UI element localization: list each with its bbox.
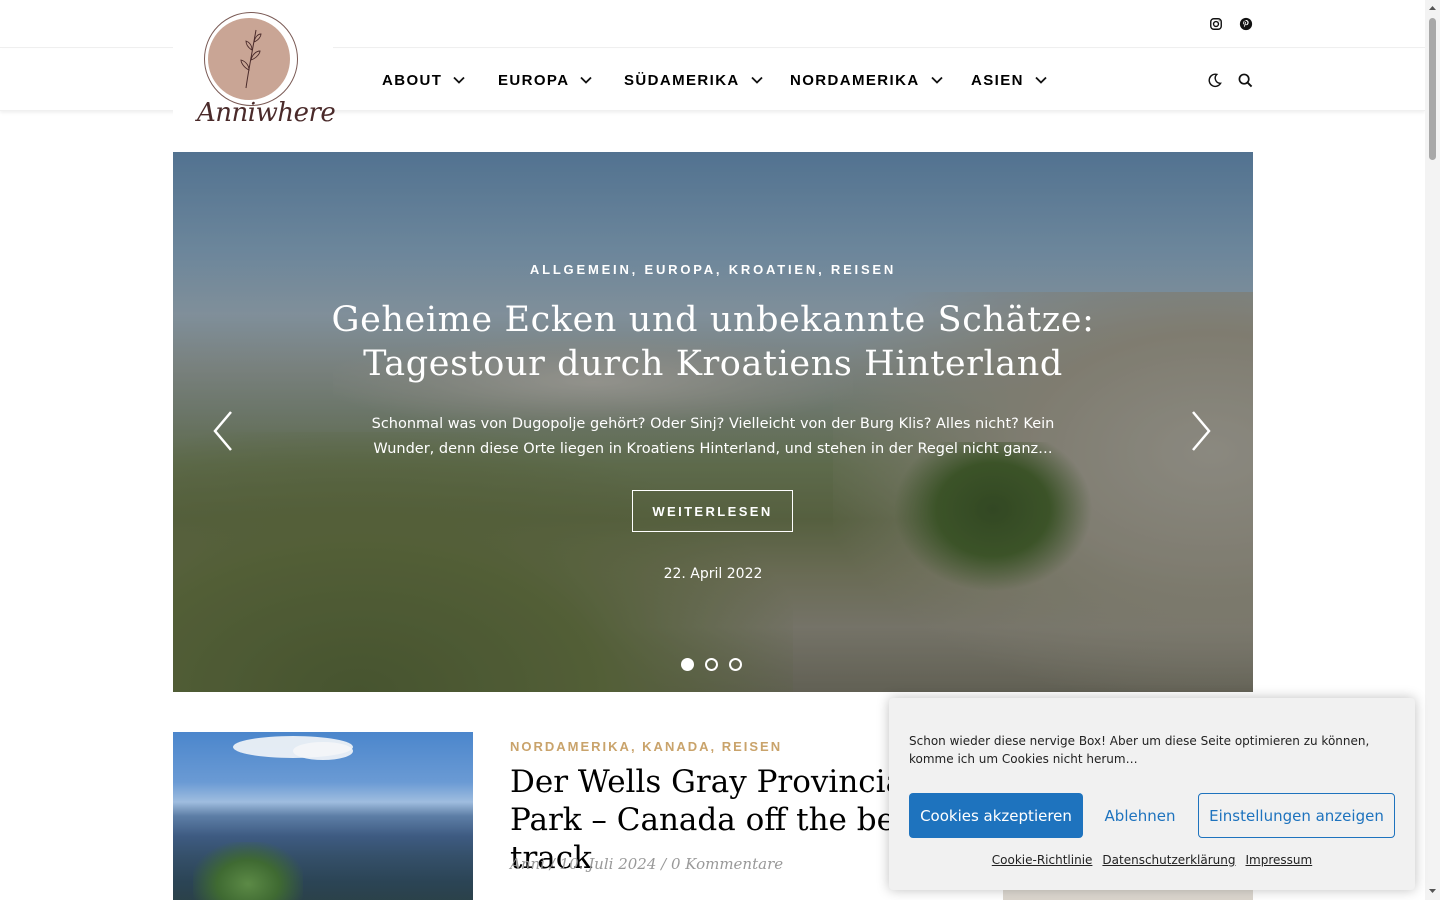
nav-item-label: SÜDAMERIKA <box>624 71 740 89</box>
nav-item-nordamerika[interactable]: NORDAMERIKA <box>790 49 943 111</box>
hero-slider: ALLGEMEIN, EUROPA, KROATIEN, REISEN Gehe… <box>173 152 1253 692</box>
chevron-down-icon <box>580 76 593 84</box>
hero-excerpt: Schonmal was von Dugopolje gehört? Oder … <box>371 416 1055 457</box>
cloud <box>293 742 353 760</box>
nav-item-about[interactable]: ABOUT <box>382 49 465 111</box>
pinterest-icon[interactable] <box>1238 16 1254 32</box>
next-slide-icon[interactable] <box>1189 410 1213 452</box>
site-logo[interactable]: Anniwhere <box>173 0 336 152</box>
hero-categories[interactable]: ALLGEMEIN, EUROPA, KROATIEN, REISEN <box>173 262 1253 277</box>
slider-dot[interactable] <box>681 658 694 671</box>
prev-slide-icon[interactable] <box>211 410 235 452</box>
scrollbar[interactable] <box>1425 0 1440 900</box>
privacy-policy-link[interactable]: Datenschutzerklärung <box>1102 853 1235 867</box>
post-categories[interactable]: NORDAMERIKA, KANADA, REISEN <box>510 739 782 754</box>
imprint-link[interactable]: Impressum <box>1246 853 1313 867</box>
post-thumbnail[interactable] <box>173 732 473 900</box>
hero-date: 22. April 2022 <box>663 566 763 582</box>
deny-cookies-button[interactable]: Ablehnen <box>1089 793 1191 838</box>
accept-cookies-button[interactable]: Cookies akzeptieren <box>909 793 1083 838</box>
post-thumbnail-tree <box>193 842 303 900</box>
branch-icon <box>240 29 262 89</box>
nav-item-suedamerika[interactable]: SÜDAMERIKA <box>624 49 763 111</box>
cookie-banner: Schon wieder diese nervige Box! Aber um … <box>889 698 1415 890</box>
nav-item-asien[interactable]: ASIEN <box>971 49 1047 111</box>
instagram-icon[interactable] <box>1208 16 1224 32</box>
slider-dot[interactable] <box>729 658 742 671</box>
page: Anniwhere ABOUT EUROPA SÜDAMERIKA NORDAM… <box>0 0 1440 900</box>
search-icon[interactable] <box>1237 72 1253 88</box>
read-more-button[interactable]: WEITERLESEN <box>632 490 793 532</box>
cookie-policy-link[interactable]: Cookie-Richtlinie <box>992 853 1093 867</box>
scrollbar-thumb[interactable] <box>1429 18 1436 160</box>
logo-circle <box>208 18 290 100</box>
chevron-down-icon <box>453 76 465 84</box>
slider-dot[interactable] <box>705 658 718 671</box>
nav-item-label: NORDAMERIKA <box>790 71 920 89</box>
cookie-settings-button[interactable]: Einstellungen anzeigen <box>1198 793 1395 838</box>
nav-item-label: ABOUT <box>382 71 443 89</box>
nav-item-label: ASIEN <box>971 71 1024 89</box>
chevron-down-icon <box>1035 76 1047 84</box>
slider-pagination <box>681 658 742 671</box>
hero-title[interactable]: Geheime Ecken und unbekannte Schätze: Ta… <box>313 298 1113 386</box>
post-meta: Anni / 10. Juli 2024 / 0 Kommentare <box>510 855 784 873</box>
nav-item-label: EUROPA <box>498 71 570 89</box>
moon-icon[interactable] <box>1206 72 1222 88</box>
scroll-up-icon[interactable] <box>1428 4 1437 13</box>
cookie-links: Cookie-Richtlinie Datenschutzerklärung I… <box>889 853 1415 867</box>
nav-item-europa[interactable]: EUROPA <box>498 49 593 111</box>
scroll-down-icon[interactable] <box>1428 886 1437 895</box>
cookie-message: Schon wieder diese nervige Box! Aber um … <box>909 734 1370 766</box>
logo-text: Anniwhere <box>197 98 336 128</box>
chevron-down-icon <box>930 76 943 84</box>
chevron-down-icon <box>751 76 763 84</box>
